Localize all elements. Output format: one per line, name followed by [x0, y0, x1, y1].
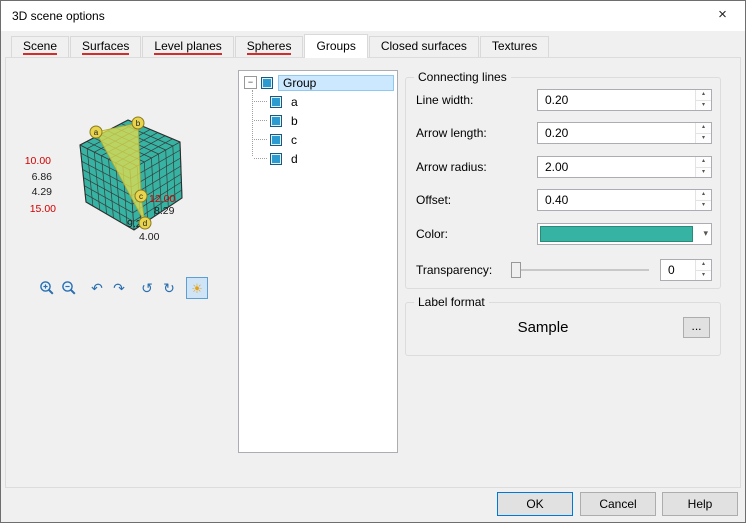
offset-row: Offset: 0.40 ▴ ▾	[416, 189, 712, 211]
checkbox-c[interactable]	[270, 133, 282, 146]
title-bar: 3D scene options ×	[1, 1, 745, 31]
tree-item-a[interactable]: a	[239, 92, 397, 111]
spin-up-icon[interactable]: ▴	[696, 190, 711, 201]
line-width-row: Line width: 0.20 ▴ ▾	[416, 89, 712, 111]
label-format-groupbox: Label format Sample ...	[405, 295, 721, 356]
window-title: 3D scene options	[12, 9, 105, 23]
zoom-in-icon[interactable]	[36, 277, 58, 299]
spin-down-icon[interactable]: ▾	[696, 200, 711, 210]
checkbox-a[interactable]	[270, 95, 282, 108]
scene-preview[interactable]: 10.00 6.86 4.29 15.00 12.00 8.29 9.29 4.…	[10, 90, 225, 260]
group-tree[interactable]: − Group a b c d	[238, 70, 398, 453]
tree-item-d[interactable]: d	[239, 149, 397, 168]
axis-label-829: 8.29	[154, 205, 175, 217]
point-badge-c: c	[134, 189, 148, 203]
svg-text:a: a	[94, 128, 99, 137]
transparency-slider[interactable]	[511, 262, 649, 278]
offset-input[interactable]: 0.40 ▴ ▾	[537, 189, 712, 211]
svg-text:c: c	[139, 192, 143, 201]
spin-up-icon[interactable]: ▴	[696, 90, 711, 101]
tab-textures[interactable]: Textures	[479, 36, 550, 57]
checkbox-d[interactable]	[270, 152, 282, 165]
axis-label-400: 4.00	[139, 231, 160, 243]
arrow-radius-row: Arrow radius: 2.00 ▴ ▾	[416, 156, 712, 178]
point-badge-b: b	[131, 116, 145, 130]
spin-up-icon[interactable]: ▴	[696, 123, 711, 134]
light-icon[interactable]: ☀	[186, 277, 208, 299]
tab-groups[interactable]: Groups	[304, 34, 368, 58]
tab-level-planes[interactable]: Level planes	[142, 36, 234, 57]
tree-item-b[interactable]: b	[239, 111, 397, 130]
checkbox-group[interactable]	[261, 76, 273, 89]
tab-spheres[interactable]: Spheres	[234, 36, 304, 57]
connecting-lines-groupbox: Connecting lines Line width: 0.20 ▴ ▾ Ar…	[405, 70, 721, 289]
rotate-left-icon[interactable]: ↶	[86, 277, 108, 299]
spin-down-icon[interactable]: ▾	[696, 133, 711, 143]
arrow-radius-input[interactable]: 2.00 ▴ ▾	[537, 156, 712, 178]
tree-item-label: d	[291, 151, 298, 166]
rotate-cw-icon[interactable]: ↻	[158, 277, 180, 299]
slider-track	[511, 269, 649, 271]
chevron-down-icon[interactable]: ▾	[703, 228, 708, 239]
close-icon[interactable]: ×	[700, 1, 745, 31]
checkbox-b[interactable]	[270, 114, 282, 127]
axis-label-12: 12.00	[149, 193, 175, 205]
transparency-row: Transparency: 0 ▴ ▾	[416, 259, 712, 281]
field-label: Arrow radius:	[416, 160, 487, 174]
tab-bar: Scene Surfaces Level planes Spheres Grou…	[5, 34, 741, 58]
zoom-out-icon[interactable]	[58, 277, 80, 299]
tab-surfaces[interactable]: Surfaces	[70, 36, 142, 57]
cancel-button[interactable]: Cancel	[580, 492, 656, 516]
tree-item-label: b	[291, 113, 298, 128]
tree-item-group[interactable]: − Group	[239, 73, 397, 92]
axis-label-10: 10.00	[25, 155, 51, 167]
point-badge-a: a	[89, 125, 103, 139]
rotate-ccw-icon[interactable]: ↺	[136, 277, 158, 299]
tab-scene[interactable]: Scene	[11, 36, 70, 57]
label-format-sample: Sample	[517, 319, 569, 336]
axis-label-686: 6.86	[32, 171, 53, 183]
transparency-input[interactable]: 0 ▴ ▾	[660, 259, 712, 281]
tree-item-label: c	[291, 132, 297, 147]
line-width-input[interactable]: 0.20 ▴ ▾	[537, 89, 712, 111]
preview-3d-plot: 10.00 6.86 4.29 15.00 12.00 8.29 9.29 4.…	[25, 116, 183, 243]
preview-toolbar: ↶ ↷ ↺ ↻ ☀	[36, 277, 208, 299]
rotate-right-icon[interactable]: ↷	[108, 277, 130, 299]
field-label: Line width:	[416, 93, 474, 107]
dialog-3d-scene-options: 3D scene options × Scene Surfaces Level …	[0, 0, 746, 523]
tab-closed-surfaces[interactable]: Closed surfaces	[368, 36, 479, 57]
field-label: Offset:	[416, 193, 452, 207]
color-row: Color: ▾	[416, 223, 712, 245]
point-badge-d: d	[138, 216, 152, 230]
collapse-icon[interactable]: −	[244, 76, 257, 89]
axis-label-15: 15.00	[30, 203, 56, 215]
field-label: Transparency:	[416, 263, 493, 277]
groupbox-legend: Label format	[414, 295, 489, 309]
color-swatch	[540, 226, 693, 242]
field-label: Color:	[416, 227, 449, 241]
tree-item-label: Group	[278, 74, 394, 91]
spin-down-icon[interactable]: ▾	[696, 270, 711, 280]
spin-up-icon[interactable]: ▴	[696, 260, 711, 271]
arrow-length-input[interactable]: 0.20 ▴ ▾	[537, 122, 712, 144]
groupbox-legend: Connecting lines	[414, 70, 511, 84]
svg-text:d: d	[143, 219, 147, 228]
slider-thumb[interactable]	[511, 262, 521, 278]
spin-down-icon[interactable]: ▾	[696, 100, 711, 110]
spin-up-icon[interactable]: ▴	[696, 157, 711, 168]
tab-page-groups: 10.00 6.86 4.29 15.00 12.00 8.29 9.29 4.…	[5, 57, 741, 488]
svg-text:b: b	[136, 119, 141, 128]
tree-item-label: a	[291, 94, 298, 109]
color-dropdown[interactable]: ▾	[537, 223, 712, 245]
arrow-length-row: Arrow length: 0.20 ▴ ▾	[416, 122, 712, 144]
help-button[interactable]: Help	[662, 492, 738, 516]
field-label: Arrow length:	[416, 126, 487, 140]
ok-button[interactable]: OK	[497, 492, 573, 516]
spin-down-icon[interactable]: ▾	[696, 167, 711, 177]
tree-item-c[interactable]: c	[239, 130, 397, 149]
label-format-browse-button[interactable]: ...	[683, 317, 710, 338]
axis-label-429: 4.29	[32, 186, 53, 198]
